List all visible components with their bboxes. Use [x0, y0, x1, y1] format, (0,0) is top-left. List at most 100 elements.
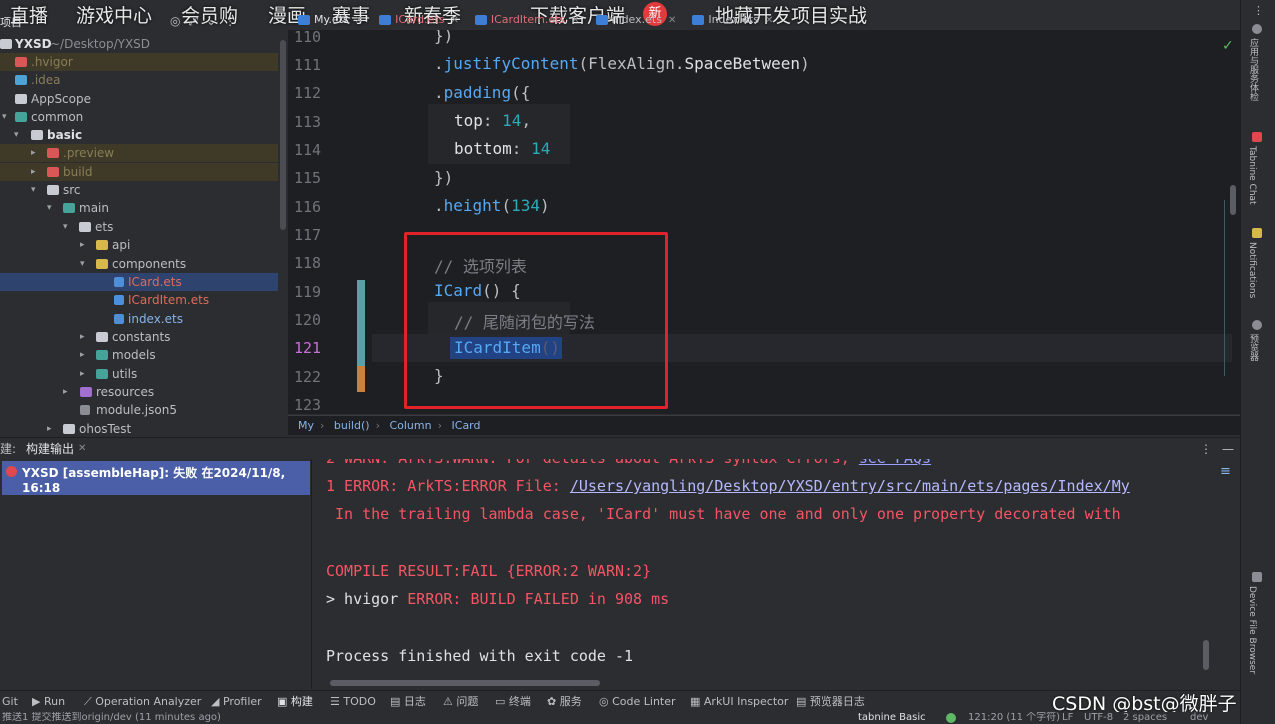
wrap-lines-icon[interactable]: ≡	[1220, 464, 1231, 479]
tab-icarditem-ets[interactable]: ICardItem.ets ✕	[467, 10, 588, 32]
status-branch[interactable]: dev	[1190, 712, 1208, 724]
build-task-item[interactable]: YXSD [assembleHap]: 失败 在2024/11/8, 16:18	[2, 461, 310, 495]
chevron-down-icon[interactable]: ▾	[63, 218, 68, 236]
right-tool-device-file-browser[interactable]: Device File Browser	[1247, 586, 1257, 674]
tool-arkui-inspector[interactable]: ▦ ArkUI Inspector	[690, 691, 788, 713]
tab-my-ets[interactable]: My.ets ✕	[290, 10, 372, 32]
tab-index-ets-lower[interactable]: index.ets ✕	[588, 10, 685, 32]
build-console-output[interactable]: 2 WARN: ArkTS:WARN: For details about Ar…	[312, 459, 1208, 679]
console-hscrollbar[interactable]	[330, 680, 600, 686]
tool-todo[interactable]: ☰ TODO	[330, 691, 376, 713]
close-icon[interactable]: ✕	[450, 15, 458, 26]
right-tool-notifications[interactable]: Notifications	[1247, 242, 1257, 298]
chevron-right-icon[interactable]: ▸	[47, 420, 52, 435]
tree-item-appscope[interactable]: AppScope	[0, 90, 278, 108]
more-options-icon[interactable]: ⋮	[1253, 4, 1264, 17]
tree-item-preview[interactable]: ▸ .preview	[0, 144, 278, 162]
tree-item-icarditem-ets[interactable]: ICardItem.ets	[0, 291, 278, 309]
tab-build-output[interactable]: 构建输出	[26, 438, 74, 460]
project-toolbar-icons[interactable]: ◎⤢⌄⋮	[170, 14, 244, 29]
right-tool-previewer[interactable]: 预览器	[1247, 334, 1260, 361]
chevron-right-icon[interactable]: ▸	[80, 365, 85, 383]
close-icon[interactable]: ✕	[765, 15, 773, 26]
breadcrumb-item[interactable]: build()	[334, 419, 370, 432]
status-encoding[interactable]: UTF-8	[1084, 712, 1113, 724]
chevron-down-icon[interactable]: ▾	[14, 126, 19, 144]
faq-link[interactable]: see FAQs	[859, 459, 931, 467]
tab-icard-ets[interactable]: ICard.ets ✕	[371, 10, 467, 32]
tree-item-models[interactable]: ▸ models	[0, 346, 278, 364]
tree-item-idea[interactable]: .idea	[0, 71, 278, 89]
chevron-right-icon[interactable]: ▸	[80, 236, 85, 254]
console-scrollbar[interactable]	[1203, 640, 1209, 670]
chevron-down-icon[interactable]: ▾	[2, 108, 7, 126]
status-vcs-message[interactable]: 推送1 提交推送到origin/dev (11 minutes ago)	[2, 712, 221, 724]
right-tool-strip: ⋮ 应用与服务体检 Tabnine Chat Notifications 预览器…	[1240, 0, 1275, 724]
tree-item-ets[interactable]: ▾ ets	[0, 218, 278, 236]
chevron-right-icon[interactable]: ▸	[31, 144, 36, 162]
more-options-icon[interactable]: ⋮	[1200, 438, 1212, 460]
tool-problems[interactable]: ⚠ 问题	[443, 691, 478, 713]
tree-item-basic[interactable]: ▾ basic	[0, 126, 278, 144]
chevron-down-icon[interactable]: ▾	[31, 181, 36, 199]
chevron-right-icon[interactable]: ▸	[80, 328, 85, 346]
breadcrumb-item[interactable]: ICard	[452, 419, 481, 432]
tool-run[interactable]: ▶ Run	[32, 691, 65, 713]
tree-item-constants[interactable]: ▸ constants	[0, 328, 278, 346]
breadcrumb-item[interactable]: Column	[389, 419, 431, 432]
eye-icon	[1252, 320, 1262, 330]
tree-item-index-ets[interactable]: index.ets	[0, 310, 278, 328]
chevron-right-icon[interactable]: ▸	[63, 383, 68, 401]
folder-icon	[80, 387, 92, 397]
tree-item-build[interactable]: ▸ build	[0, 163, 278, 181]
tool-git[interactable]: Git	[2, 691, 18, 713]
tree-item-common[interactable]: ▾ common	[0, 108, 278, 126]
breadcrumb-item[interactable]: My	[298, 419, 314, 432]
breadcrumb: My › build() › Column › ICard	[288, 415, 1240, 435]
status-indent[interactable]: 2 spaces	[1123, 712, 1167, 724]
nav-game-center[interactable]: 游戏中心	[76, 1, 152, 28]
tab-index-ets[interactable]: Index.ets ✕	[684, 10, 781, 32]
tool-build[interactable]: ▣ 构建	[277, 691, 313, 713]
tree-item-hvigor[interactable]: .hvigor	[0, 53, 278, 71]
chevron-down-icon[interactable]: ▾	[80, 255, 85, 273]
tree-item-icard-ets[interactable]: ICard.ets	[0, 273, 278, 291]
tool-log[interactable]: ▤ 日志	[390, 691, 426, 713]
tool-terminal[interactable]: ▭ 终端	[495, 691, 531, 713]
tree-item-api[interactable]: ▸ api	[0, 236, 278, 254]
close-icon[interactable]: ✕	[668, 15, 676, 26]
minimize-icon[interactable]: —	[1222, 438, 1234, 460]
module-icon	[15, 112, 27, 122]
tree-item-components[interactable]: ▾ components	[0, 255, 278, 273]
editor-scrollbar[interactable]	[1230, 185, 1236, 215]
tool-previewer-log[interactable]: ▤ 预览器日志	[796, 691, 865, 713]
project-view-label[interactable]: 项目	[0, 14, 22, 30]
right-tool-tabnine-chat[interactable]: Tabnine Chat	[1247, 146, 1257, 205]
close-icon[interactable]: ✕	[78, 438, 86, 460]
chevron-right-icon[interactable]: ▸	[80, 346, 85, 364]
close-icon[interactable]: ✕	[355, 15, 363, 26]
chevron-down-icon[interactable]: ▾	[47, 199, 52, 217]
tree-item-ohostest[interactable]: ▸ ohosTest	[0, 420, 278, 435]
chevron-right-icon[interactable]: ▸	[31, 163, 36, 181]
tree-item-module-json5[interactable]: module.json5	[0, 401, 278, 419]
tool-profiler[interactable]: ◢ Profiler	[211, 691, 262, 713]
status-line-separator[interactable]: LF	[1062, 712, 1073, 724]
tree-scrollbar[interactable]	[280, 40, 286, 230]
vcs-change-marker[interactable]	[357, 366, 365, 392]
tree-item-utils[interactable]: ▸ utils	[0, 365, 278, 383]
status-caret-position[interactable]: 121:20 (11 个字符)	[968, 712, 1060, 724]
tool-operation-analyzer[interactable]: ⟋ Operation Analyzer	[84, 691, 201, 713]
error-file-link[interactable]: /Users/yangling/Desktop/YXSD/entry/src/m…	[570, 477, 1130, 495]
todo-icon: ☰	[330, 695, 344, 708]
build-tasks-list: YXSD [assembleHap]: 失败 在2024/11/8, 16:18	[0, 459, 312, 689]
tool-services[interactable]: ✿ 服务	[547, 691, 582, 713]
status-tabnine[interactable]: tabnine Basic	[858, 712, 926, 724]
tool-code-linter[interactable]: ◎ Code Linter	[599, 691, 676, 713]
tree-item-main[interactable]: ▾ main	[0, 199, 278, 217]
close-icon[interactable]: ✕	[571, 15, 579, 26]
right-tool-health-check[interactable]: 应用与服务体检	[1247, 38, 1260, 101]
tree-root[interactable]: ▾ YXSD ~/Desktop/YXSD	[0, 35, 278, 53]
tree-item-resources[interactable]: ▸ resources	[0, 383, 278, 401]
tree-item-src[interactable]: ▾ src	[0, 181, 278, 199]
